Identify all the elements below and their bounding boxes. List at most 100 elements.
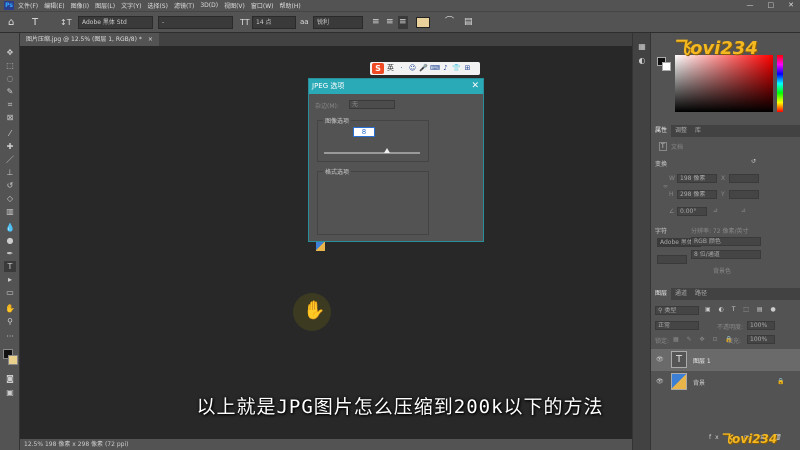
- tab-channels[interactable]: 通道: [671, 288, 691, 300]
- text-color-swatch[interactable]: [416, 17, 430, 28]
- quality-slider-thumb[interactable]: [384, 148, 390, 153]
- flip-h-icon[interactable]: ⊿: [713, 207, 718, 214]
- quality-slider-track[interactable]: [324, 152, 420, 154]
- path-select-icon[interactable]: ▸: [4, 274, 16, 285]
- font-family-select[interactable]: Adobe 黑体 Std: [78, 16, 153, 29]
- quick-mask-icon[interactable]: ◙: [4, 373, 16, 384]
- tab-close-icon[interactable]: ×: [148, 36, 153, 43]
- document-tab[interactable]: 图片压缩.jpg @ 12.5% (图层 1, RGB/8) * ×: [20, 33, 159, 46]
- bit-depth-select[interactable]: 8 位/通道: [691, 250, 761, 259]
- menu-file[interactable]: 文件(F): [18, 1, 38, 10]
- menu-layer[interactable]: 图层(L): [95, 1, 115, 10]
- layer-filter-select[interactable]: ⚲ 类型: [655, 306, 699, 315]
- width-field[interactable]: 198 像素: [677, 174, 717, 183]
- ime-punct-icon[interactable]: ·: [397, 62, 406, 75]
- flip-v-icon[interactable]: ⊿: [741, 207, 746, 214]
- healing-brush-icon[interactable]: ✚: [4, 141, 16, 152]
- gradient-tool-icon[interactable]: ▥: [4, 206, 16, 217]
- quick-select-tool-icon[interactable]: ✎: [4, 86, 16, 97]
- font-size-field[interactable]: [657, 255, 687, 264]
- close-window-button[interactable]: ✕: [788, 0, 794, 11]
- more-tools-icon[interactable]: ···: [4, 331, 16, 342]
- color-field[interactable]: [675, 55, 773, 112]
- menu-3d[interactable]: 3D(D): [200, 2, 218, 9]
- hand-tool-icon[interactable]: ✋: [4, 303, 16, 314]
- move-tool-icon[interactable]: ✥: [4, 47, 16, 58]
- layer-filter-icons[interactable]: ▣ ◐ T ⬚ ▤ ●: [705, 306, 779, 313]
- menu-type[interactable]: 文字(Y): [121, 1, 141, 10]
- matte-select[interactable]: 无: [349, 100, 395, 109]
- adjustments-panel-icon[interactable]: ◐: [636, 55, 648, 66]
- menu-view[interactable]: 视图(V): [224, 1, 245, 10]
- blur-tool-icon[interactable]: 💧: [4, 222, 16, 233]
- lasso-tool-icon[interactable]: ◌: [4, 73, 16, 84]
- tab-properties[interactable]: 属性: [651, 125, 672, 137]
- warp-text-icon[interactable]: ⌒: [445, 16, 454, 29]
- tab-paths[interactable]: 路径: [691, 288, 711, 300]
- height-field[interactable]: 298 像素: [677, 190, 717, 199]
- type-tool-icon[interactable]: T: [32, 16, 38, 29]
- layer-row[interactable]: 👁 背景 🔒: [651, 371, 800, 393]
- layer-name[interactable]: 图层 1: [693, 356, 711, 365]
- marquee-tool-icon[interactable]: ⬚: [4, 60, 16, 71]
- color-mode-select[interactable]: RGB 颜色: [691, 237, 761, 246]
- menu-image[interactable]: 图像(I): [71, 1, 89, 10]
- ime-keyboard-icon[interactable]: ⌨: [430, 62, 440, 75]
- minimize-button[interactable]: —: [747, 0, 754, 11]
- tab-adjustments[interactable]: 调整: [671, 125, 691, 137]
- background-color-swatch[interactable]: [8, 355, 18, 365]
- dialog-close-icon[interactable]: ✕: [471, 79, 479, 94]
- menu-edit[interactable]: 编辑(E): [44, 1, 64, 10]
- align-center-icon[interactable]: ≡: [386, 16, 394, 29]
- panel-bg-swatch[interactable]: [662, 62, 671, 71]
- history-brush-icon[interactable]: ↺: [4, 180, 16, 191]
- sogou-logo-icon[interactable]: S: [372, 63, 384, 74]
- quality-input[interactable]: 8: [353, 127, 375, 137]
- tab-layers[interactable]: 图层: [651, 288, 672, 300]
- zoom-tool-icon[interactable]: ⚲: [4, 316, 16, 327]
- visibility-eye-icon[interactable]: 👁: [656, 378, 664, 385]
- pen-tool-icon[interactable]: ✒: [4, 248, 16, 259]
- fill-field[interactable]: 100%: [747, 335, 775, 344]
- toggle-orientation-icon[interactable]: ↕T: [60, 16, 72, 29]
- menu-filter[interactable]: 滤镜(T): [174, 1, 194, 10]
- menu-select[interactable]: 选择(S): [147, 1, 168, 10]
- maximize-button[interactable]: □: [768, 0, 775, 11]
- ime-lang-toggle[interactable]: 英: [386, 62, 395, 75]
- visibility-eye-icon[interactable]: 👁: [656, 356, 664, 363]
- antialias-select[interactable]: 锐利: [313, 16, 363, 29]
- tab-libraries[interactable]: 库: [691, 125, 705, 137]
- ime-emoji-icon[interactable]: ☺: [408, 62, 417, 75]
- ime-skin-icon[interactable]: ♪: [441, 62, 450, 75]
- font-size-select[interactable]: 14 点: [252, 16, 296, 29]
- menu-window[interactable]: 窗口(W): [251, 1, 274, 10]
- opacity-field[interactable]: 100%: [747, 321, 775, 330]
- brush-tool-icon[interactable]: ／: [4, 154, 16, 165]
- dodge-tool-icon[interactable]: ●: [4, 235, 16, 246]
- layer-row[interactable]: 👁 T 图层 1: [651, 349, 800, 371]
- crop-tool-icon[interactable]: ⌗: [4, 99, 16, 110]
- eyedropper-tool-icon[interactable]: ⁄: [4, 128, 16, 139]
- blend-mode-select[interactable]: 正常: [655, 321, 699, 330]
- hue-slider[interactable]: [777, 55, 783, 112]
- ime-toolbox-icon[interactable]: ⊞: [463, 62, 472, 75]
- layer-name[interactable]: 背景: [693, 378, 705, 387]
- menu-help[interactable]: 帮助(H): [280, 1, 301, 10]
- y-field[interactable]: [729, 190, 759, 199]
- eraser-tool-icon[interactable]: ◇: [4, 193, 16, 204]
- history-panel-icon[interactable]: ▦: [636, 41, 648, 52]
- stamp-tool-icon[interactable]: ⊥: [4, 167, 16, 178]
- font-style-select[interactable]: -: [158, 16, 233, 29]
- reset-transform-icon[interactable]: ↺: [751, 158, 756, 165]
- character-panel-icon[interactable]: ▤: [464, 16, 473, 29]
- ime-voice-icon[interactable]: 🎤: [419, 62, 428, 75]
- angle-field[interactable]: 0.00°: [677, 207, 707, 216]
- home-icon[interactable]: ⌂: [8, 16, 14, 29]
- x-field[interactable]: [729, 174, 759, 183]
- rectangle-tool-icon[interactable]: ▭: [4, 287, 16, 298]
- frame-tool-icon[interactable]: ⊠: [4, 112, 16, 123]
- link-icon[interactable]: ∞: [663, 183, 668, 190]
- align-left-icon[interactable]: ≡: [372, 16, 380, 29]
- type-tool-icon-active[interactable]: T: [4, 261, 16, 272]
- ime-shirt-icon[interactable]: 👕: [452, 62, 461, 75]
